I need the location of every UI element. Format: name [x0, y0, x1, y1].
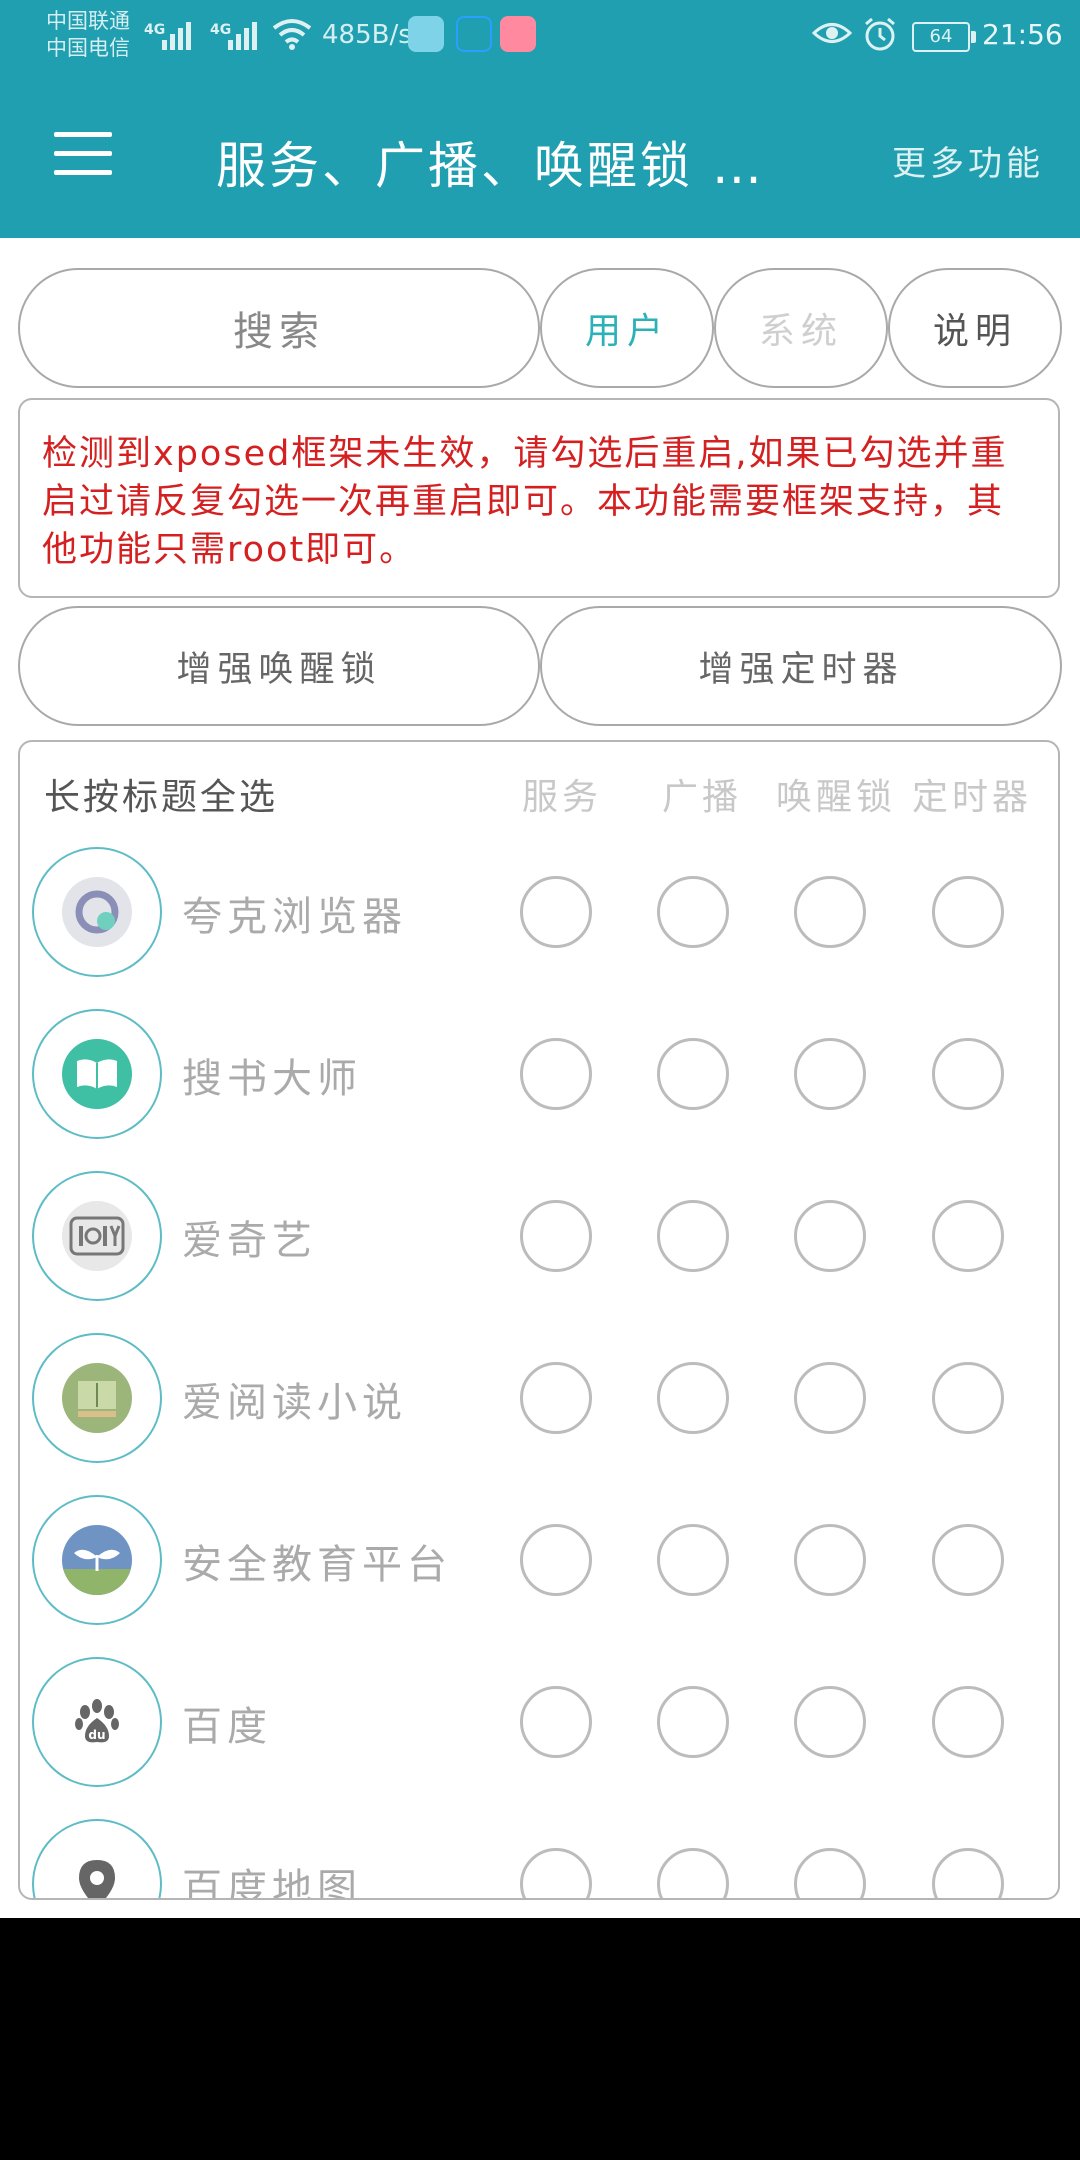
- map-pin-icon: [62, 1849, 132, 1898]
- battery-indicator: 64: [912, 22, 976, 52]
- enhance-timer-button[interactable]: 增强定时器: [540, 606, 1062, 726]
- column-header-broadcast[interactable]: 广播: [662, 768, 742, 820]
- broadcast-checkbox[interactable]: [657, 1362, 729, 1434]
- wakelock-checkbox[interactable]: [794, 1200, 866, 1272]
- carrier-info: 中国联通 中国电信: [46, 8, 130, 62]
- app-icon-frame: [32, 1171, 162, 1301]
- app-notification-icon: [500, 16, 536, 52]
- svg-text:du: du: [88, 1728, 105, 1742]
- clock: 21:56: [982, 18, 1063, 51]
- app-icon-frame: [32, 1009, 162, 1139]
- app-row[interactable]: 安全教育平台: [20, 1480, 1058, 1642]
- wakelock-checkbox[interactable]: [794, 1848, 866, 1898]
- search-button[interactable]: 搜索: [18, 268, 540, 388]
- app-name: 搜书大师: [182, 1056, 362, 1102]
- broadcast-checkbox[interactable]: [657, 1848, 729, 1898]
- chat-notification-icon: [456, 16, 492, 52]
- app-row[interactable]: 百度地图: [20, 1804, 1058, 1900]
- timer-checkbox[interactable]: [932, 876, 1004, 948]
- broadcast-checkbox[interactable]: [657, 1524, 729, 1596]
- carrier-1: 中国联通: [46, 9, 130, 33]
- book-icon: [62, 1039, 132, 1109]
- column-header-timer[interactable]: 定时器: [912, 768, 1032, 820]
- service-checkbox[interactable]: [520, 1362, 592, 1434]
- reading-icon: [62, 1363, 132, 1433]
- timer-checkbox[interactable]: [932, 1686, 1004, 1758]
- app-list: 长按标题全选 服务 广播 唤醒锁 定时器 夸克浏览器 搜书大师 爱奇艺 爱阅读小…: [18, 740, 1060, 1900]
- status-bar: 中国联通 中国电信 4G 4G 485B/s 64 21:56: [0, 0, 1080, 72]
- quark-browser-icon: [62, 877, 132, 947]
- list-header: 长按标题全选 服务 广播 唤醒锁 定时器: [20, 742, 1058, 832]
- help-label: 说明: [932, 311, 1017, 352]
- signal-bars-2-icon: [228, 18, 257, 50]
- help-button[interactable]: 说明: [888, 268, 1062, 388]
- app-row[interactable]: 夸克浏览器: [20, 832, 1058, 994]
- iqiyi-icon: [62, 1201, 132, 1271]
- service-checkbox[interactable]: [520, 876, 592, 948]
- navigation-area: [0, 1918, 1080, 2160]
- more-functions-button[interactable]: 更多功能: [892, 136, 1044, 185]
- app-name: 爱奇艺: [182, 1218, 317, 1264]
- timer-checkbox[interactable]: [932, 1362, 1004, 1434]
- app-icon-frame: [32, 1495, 162, 1625]
- service-checkbox[interactable]: [520, 1686, 592, 1758]
- baidu-paw-icon: du: [62, 1687, 132, 1757]
- app-icon-frame: [32, 1333, 162, 1463]
- app-name: 百度地图: [182, 1866, 362, 1900]
- wakelock-checkbox[interactable]: [794, 876, 866, 948]
- enhance-timer-label: 增强定时器: [698, 649, 904, 690]
- wakelock-checkbox[interactable]: [794, 1686, 866, 1758]
- wakelock-checkbox[interactable]: [794, 1038, 866, 1110]
- app-name: 爱阅读小说: [182, 1380, 407, 1426]
- app-name: 安全教育平台: [182, 1542, 452, 1588]
- filter-user-label: 用户: [584, 311, 669, 352]
- column-header-service[interactable]: 服务: [522, 768, 602, 820]
- app-name: 夸克浏览器: [182, 894, 407, 940]
- service-checkbox[interactable]: [520, 1200, 592, 1272]
- filter-system-label: 系统: [758, 311, 843, 352]
- quark-notification-icon: [408, 16, 444, 52]
- timer-checkbox[interactable]: [932, 1848, 1004, 1898]
- alarm-icon: [865, 17, 895, 51]
- timer-checkbox[interactable]: [932, 1200, 1004, 1272]
- wakelock-checkbox[interactable]: [794, 1362, 866, 1434]
- app-name: 百度: [182, 1704, 272, 1750]
- xposed-warning: 检测到xposed框架未生效，请勾选后重启,如果已勾选并重启过请反复勾选一次再重…: [18, 398, 1060, 598]
- broadcast-checkbox[interactable]: [657, 1686, 729, 1758]
- column-header-wakelock[interactable]: 唤醒锁: [776, 768, 896, 820]
- app-row[interactable]: 搜书大师: [20, 994, 1058, 1156]
- filter-user-button[interactable]: 用户: [540, 268, 714, 388]
- service-checkbox[interactable]: [520, 1038, 592, 1110]
- signal-bars-1-icon: [162, 18, 191, 50]
- app-row[interactable]: 爱阅读小说: [20, 1318, 1058, 1480]
- timer-checkbox[interactable]: [932, 1524, 1004, 1596]
- app-icon-frame: du: [32, 1657, 162, 1787]
- search-label: 搜索: [233, 309, 325, 355]
- main-content: 搜索 用户 系统 说明 检测到xposed框架未生效，请勾选后重启,如果已勾选并…: [0, 238, 1080, 1918]
- service-checkbox[interactable]: [520, 1848, 592, 1898]
- enhance-wakelock-label: 增强唤醒锁: [176, 649, 382, 690]
- wifi-icon: [272, 19, 312, 50]
- select-all-hint[interactable]: 长按标题全选: [44, 768, 278, 820]
- filter-system-button[interactable]: 系统: [714, 268, 888, 388]
- timer-checkbox[interactable]: [932, 1038, 1004, 1110]
- app-icon-frame: [32, 1819, 162, 1898]
- broadcast-checkbox[interactable]: [657, 1200, 729, 1272]
- enhance-wakelock-button[interactable]: 增强唤醒锁: [18, 606, 540, 726]
- service-checkbox[interactable]: [520, 1524, 592, 1596]
- broadcast-checkbox[interactable]: [657, 876, 729, 948]
- app-bar: 中国联通 中国电信 4G 4G 485B/s 64 21:56 服务、广播、唤醒…: [0, 0, 1080, 238]
- broadcast-checkbox[interactable]: [657, 1038, 729, 1110]
- menu-button[interactable]: [54, 132, 112, 176]
- wakelock-checkbox[interactable]: [794, 1524, 866, 1596]
- sprout-icon: [62, 1525, 132, 1595]
- page-title: 服务、广播、唤醒锁 …: [216, 137, 765, 195]
- app-row[interactable]: 爱奇艺: [20, 1156, 1058, 1318]
- eye-comfort-icon: [812, 23, 852, 43]
- app-icon-frame: [32, 847, 162, 977]
- carrier-2: 中国电信: [46, 36, 130, 60]
- network-speed: 485B/s: [322, 20, 412, 50]
- app-row[interactable]: du 百度: [20, 1642, 1058, 1804]
